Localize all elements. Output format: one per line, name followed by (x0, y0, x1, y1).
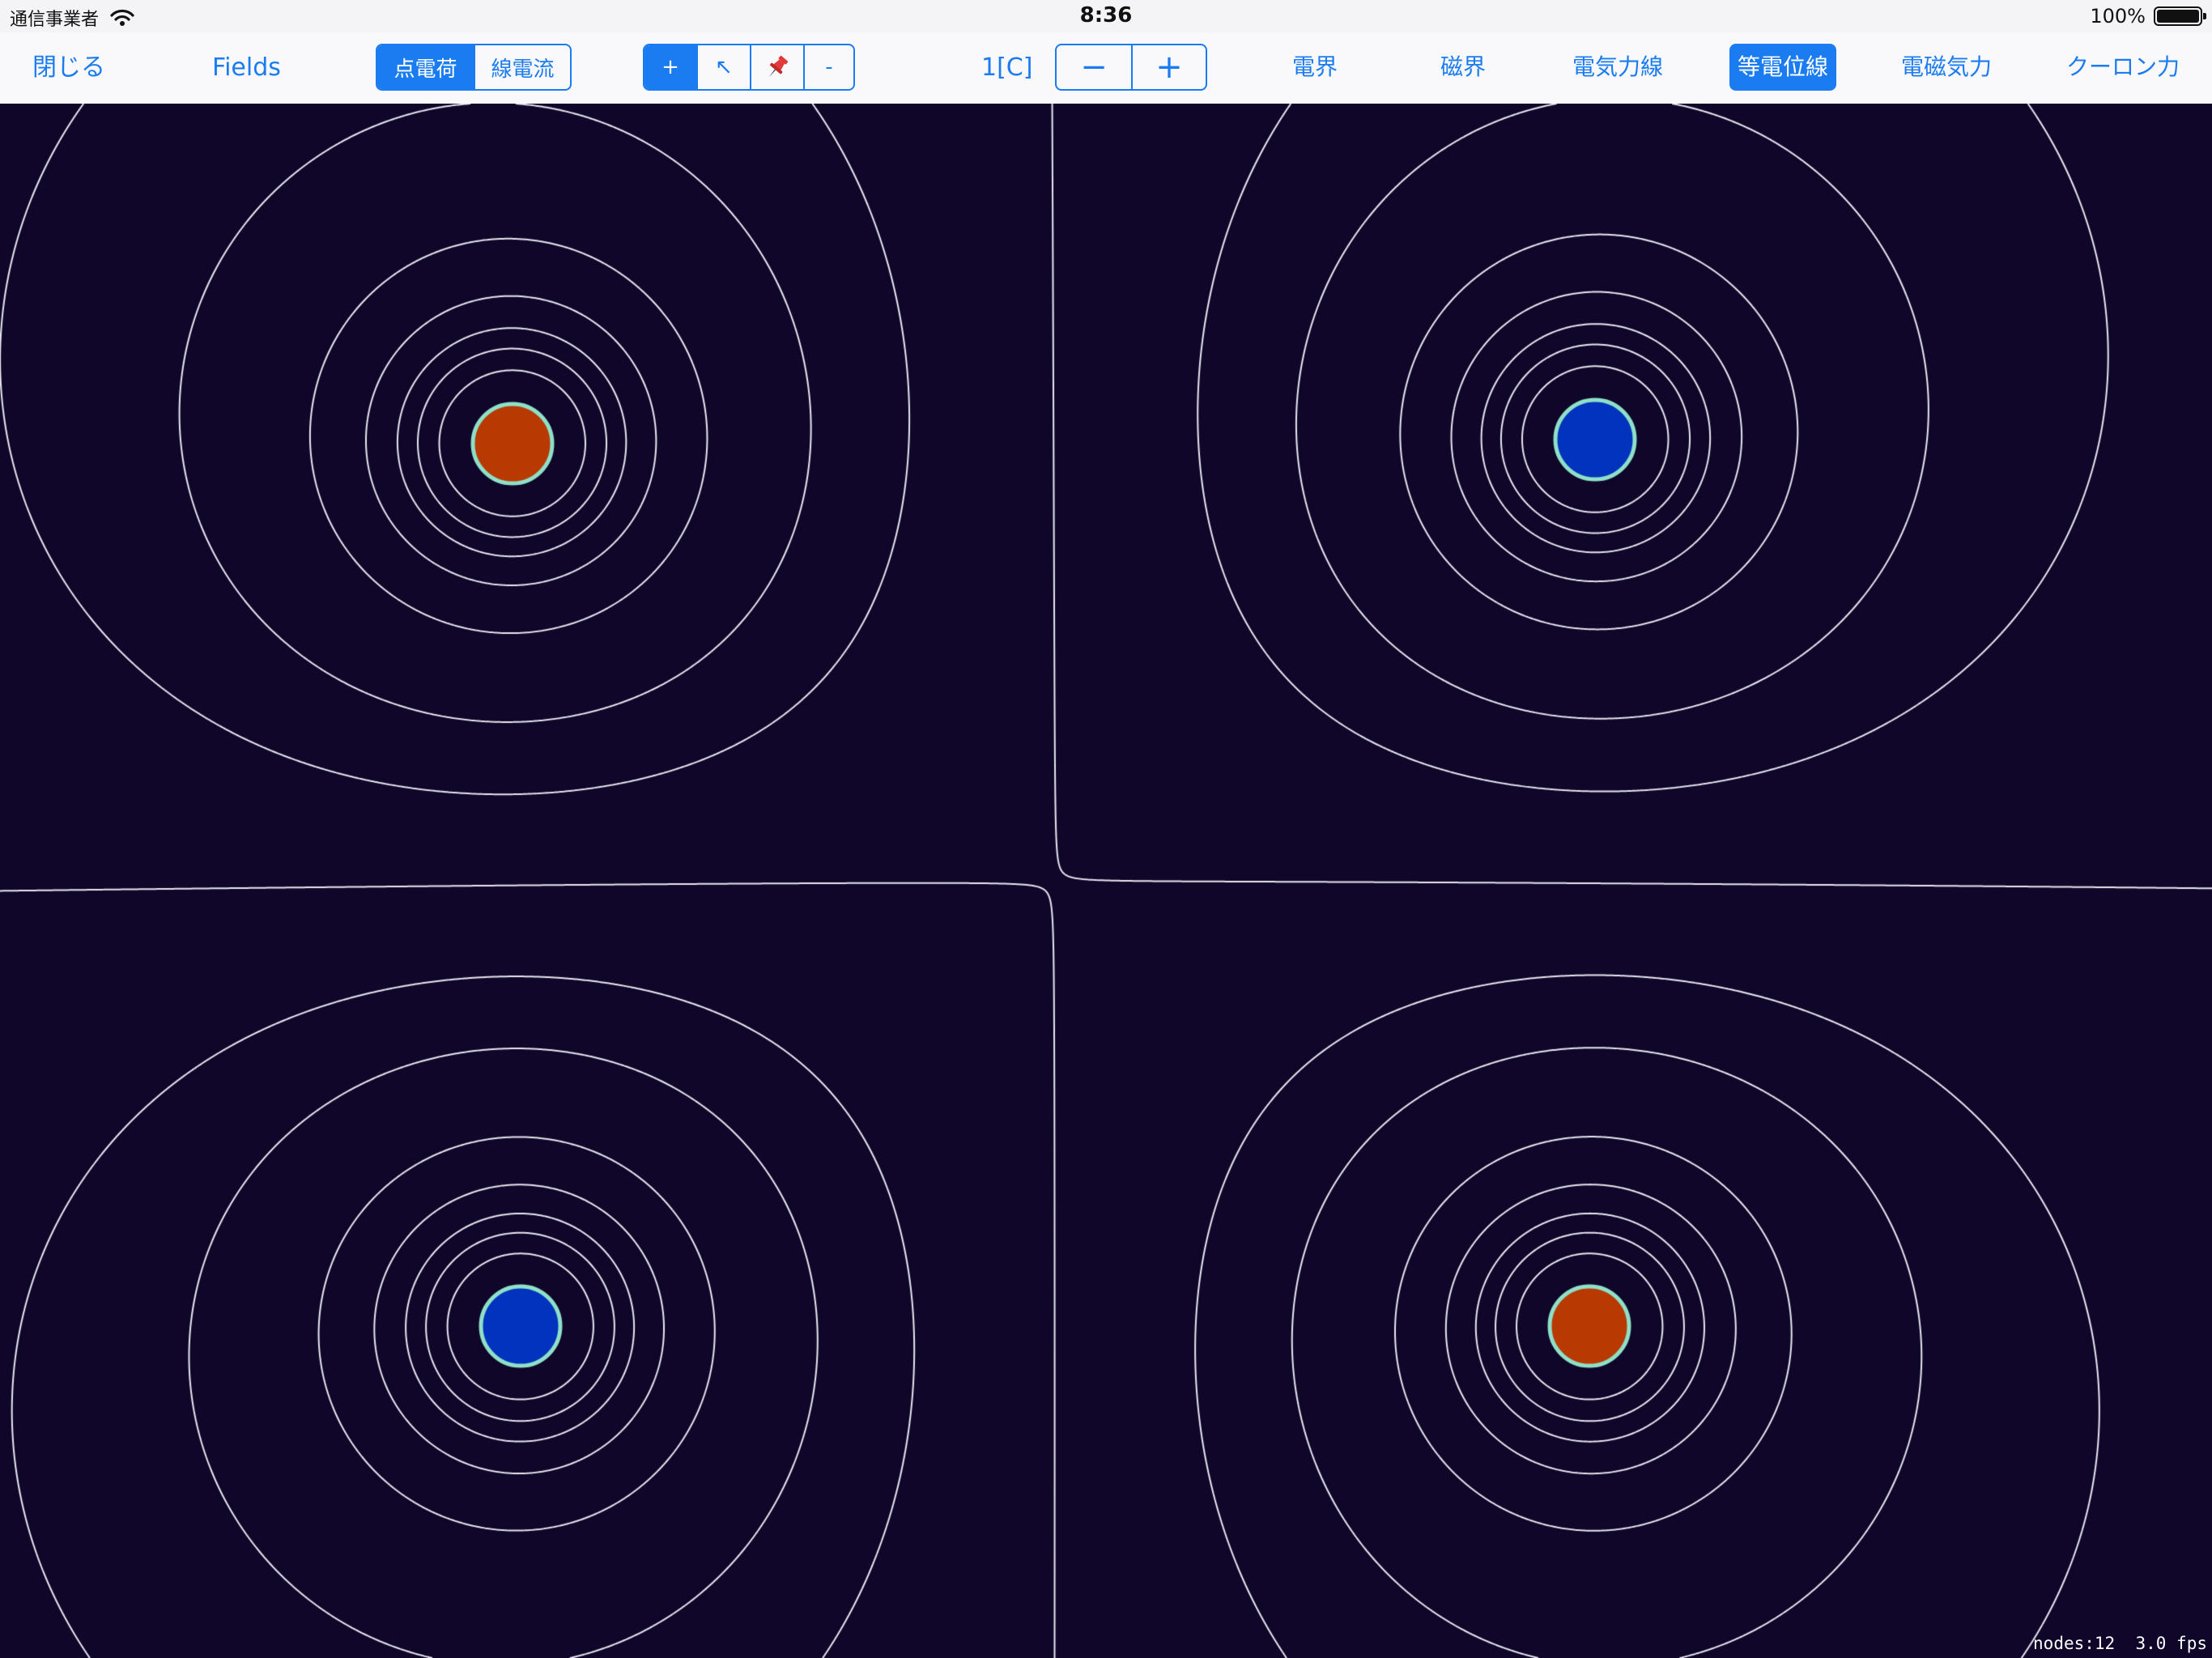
clock: 8:36 (1079, 3, 1133, 28)
cursor-arrow-icon: ↖ (715, 55, 733, 79)
pin-icon (768, 55, 789, 78)
source-type-segment: 点電荷 線電流 (376, 44, 572, 91)
battery-icon (2154, 6, 2206, 26)
toggle-electromagnetic-force[interactable]: 電磁気力 (1893, 44, 2000, 91)
stats-readout: nodes:12 3.0 fps (2033, 1634, 2207, 1653)
toggle-equipotential-lines[interactable]: 等電位線 (1729, 44, 1837, 91)
status-bar: 通信事業者 8:36 100% (0, 0, 2212, 32)
charge-value-label: 1[C] (981, 53, 1033, 82)
tool-segment: + ↖ - (643, 44, 855, 91)
pin-tool-button[interactable] (750, 45, 803, 89)
close-button[interactable]: 閉じる (32, 52, 105, 84)
add-tool-button[interactable]: + (644, 45, 696, 89)
remove-tool-button[interactable]: - (803, 45, 853, 89)
battery-percent: 100% (2090, 5, 2146, 28)
charge-increase-button[interactable]: + (1131, 45, 1206, 89)
toggle-field-lines[interactable]: 電気力線 (1564, 44, 1671, 91)
select-tool-button[interactable]: ↖ (696, 45, 750, 89)
toggle-magnetic-field[interactable]: 磁界 (1432, 44, 1494, 91)
charge-decrease-button[interactable]: − (1057, 45, 1131, 89)
app-title[interactable]: Fields (212, 52, 281, 84)
toolbar: 閉じる Fields 点電荷 線電流 + ↖ - 1[C] − + 電界 磁界 … (0, 32, 2212, 104)
segment-line-current[interactable]: 線電流 (473, 45, 570, 89)
field-canvas[interactable] (0, 104, 2212, 1658)
toggle-electric-field[interactable]: 電界 (1284, 44, 1346, 91)
toggle-coulomb-force[interactable]: クーロン力 (2058, 44, 2188, 91)
charge-stepper: − + (1055, 44, 1207, 91)
fps-readout: 3.0 fps (2135, 1634, 2207, 1653)
segment-point-charge[interactable]: 点電荷 (377, 45, 474, 89)
node-count: nodes:12 (2033, 1634, 2116, 1653)
